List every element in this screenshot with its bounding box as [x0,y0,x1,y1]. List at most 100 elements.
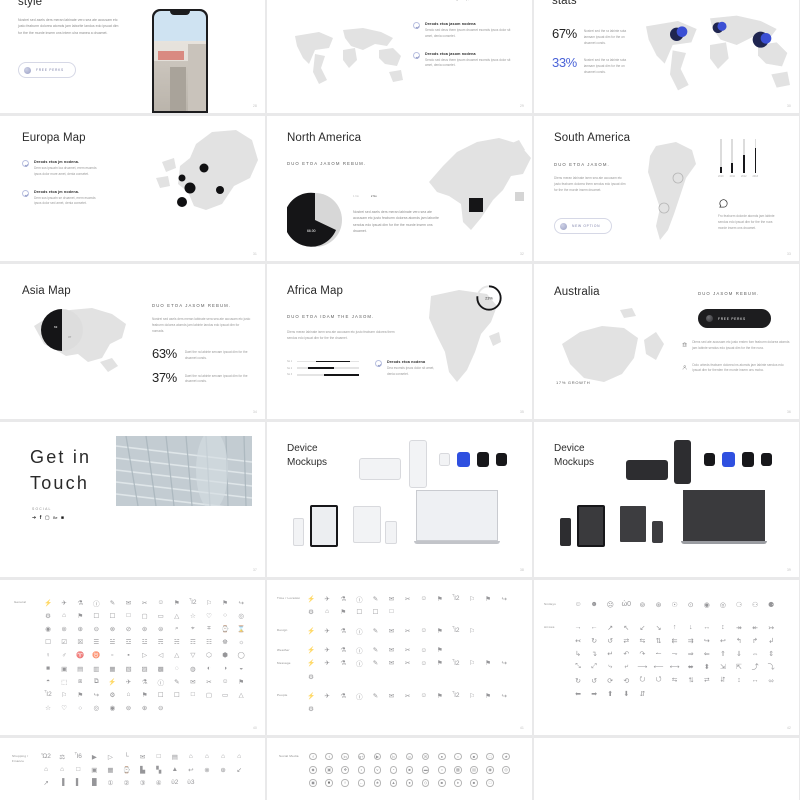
icon-cell[interactable]: ⚡ [303,644,319,657]
icon-cell[interactable]: ☼ [233,636,249,649]
icon-cell[interactable]: ⚇ [747,598,763,611]
icon-cell[interactable]: ⬇ [618,687,634,700]
icon-cell[interactable]: ✉ [383,644,399,657]
icon-cell[interactable]: ☰ [88,636,104,649]
icon-cell[interactable]: ☆ [185,609,201,622]
icon-cell[interactable]: ⚗ [335,644,351,657]
icon-cell[interactable]: ⮀ [667,674,683,687]
icon-cell[interactable]: ✎ [104,596,120,609]
icon-cell[interactable]: ↖ [618,621,634,634]
icon-cell[interactable]: ◎ [88,702,104,715]
icon-cell[interactable]: ③ [135,776,151,789]
twitter-icon[interactable]: ➔ [32,516,36,521]
icon-cell[interactable]: ↠ [731,621,747,634]
icon-grid[interactable]: ☺ ☻ ☹ ὡ0 ⊚ ⊛ ☉ ⊙ ◉ ◎ ⚆ ⚇ ⚈ [570,598,779,611]
icon-cell[interactable]: ♀ [40,649,56,662]
slide-device-mockups-light[interactable]: Device Mockups 38 [267,422,532,577]
icon-cell[interactable]: ☐ [104,609,120,622]
icon-cell[interactable]: ↙ [634,621,650,634]
slide-icons-shopping[interactable]: Shopping / Finance Ὥ2 ⚖ Ἶ6 ▶ ▷ └ ✉ □ ▤ ⌂ ⌂ ⌂ ⌂ ⌂ ⌂ □ ▣ ▦ ⌚… [0,738,265,800]
linkedin-icon[interactable]: ■ [61,516,64,521]
icon-cell[interactable]: ⚐ [464,689,480,702]
icon-grid[interactable]: → ← ↗ ↖ ↙ ↘ ↑ ↓ ↔ ↕ ↠ ↞ ↣ ↢ ↻ ↺ ⇄ ⇆ ⇅ ⇇ ⇉ ↪ ↩ ↰ ↱ ↲ ↳ ↴ ↵ ↶ ↷ ↼ ⇁ ⇒ ⇐ ⇑ ⇓ ⇔ ⇕ ⤡… [570,621,794,700]
icon-cell[interactable]: ◁ [153,649,169,662]
icon-cell[interactable]: ⊕ [72,622,88,635]
icon-cell[interactable]: ☐ [351,605,367,618]
icon-cell[interactable]: ☺ [153,596,169,609]
icon-cell[interactable]: ⚙ [303,670,319,683]
icon-cell[interactable]: ⇕ [763,648,779,661]
icon-cell[interactable]: ↪ [496,689,512,702]
icon-cell[interactable]: ✎ [367,592,383,605]
icon-cell[interactable]: ⊖ [88,622,104,635]
icon-grid[interactable]: f t in g+ ▶ b p ✉ ● ○ ■ □ ★ ◆ ▣ ❖ • v ◔ ■ ▬ ○ ▩ ▤ ◉ ◎ ◼ ◾ ◽ ← ★ ▲ ● ◇ ■ ♦ ■ □ [305,750,525,790]
icon-cell[interactable]: ▦ [104,662,120,675]
icon-cell[interactable]: ↪ [699,634,715,647]
icon-cell[interactable]: ✉ [120,596,136,609]
icon-cell[interactable]: ◾ [321,776,337,789]
icon-cell[interactable]: ♂ [56,649,72,662]
icon-cell[interactable]: ☶ [185,636,201,649]
icon-cell[interactable]: ✂ [137,596,153,609]
icon-cell[interactable]: ☲ [120,636,136,649]
icon-cell[interactable]: ⮂ [699,674,715,687]
icon-cell[interactable]: ◔ [385,763,401,776]
icon-cell[interactable]: ✂ [400,592,416,605]
icon-cell[interactable]: ↞ [747,621,763,634]
icon-cell[interactable]: └ [118,750,134,763]
social-links[interactable]: ➔ f ▢ Be ■ [32,516,64,521]
icon-cell[interactable]: ⓘ [153,675,169,688]
icon-cell[interactable]: ⇄ [618,634,634,647]
icon-cell[interactable]: ⚐ [464,592,480,605]
icon-cell[interactable]: ⇓ [731,648,747,661]
icon-cell[interactable]: ⧉ [88,675,104,688]
icon-grid[interactable]: Ὥ2 ⚖ Ἶ6 ▶ ▷ └ ✉ □ ▤ ⌂ ⌂ ⌂ ⌂ ⌂ ⌂ □ ▣ ▦ ⌚ ▙ ▚ ▲ ↩ ⊗ ⊕ ↙ ↗ ▐ ▌ █ ① ② ③ ④ ὑ2 ὑ3 [38,750,258,790]
icon-cell[interactable]: ⚆ [731,598,747,611]
icon-cell[interactable]: ⚡ [303,592,319,605]
icon-cell[interactable]: ✂ [400,689,416,702]
icon-cell[interactable]: ☐ [88,609,104,622]
icon-cell[interactable]: ♉ [88,649,104,662]
icon-cell[interactable]: ✎ [367,624,383,637]
icon-cell[interactable]: ⊜ [153,622,169,635]
icon-cell[interactable]: ⚑ [432,689,448,702]
icon-cell[interactable]: ✂ [201,675,217,688]
icon-cell[interactable]: ⊕ [215,763,231,776]
icon-cell[interactable]: ✉ [185,675,201,688]
icon-cell[interactable]: ☴ [153,636,169,649]
icon-cell[interactable]: ↪ [233,596,249,609]
icon-cell[interactable]: f [305,750,321,763]
icon-cell[interactable]: ⊛ [137,622,153,635]
slide-icons-social[interactable]: Social Media f t in g+ ▶ b p ✉ ● ○ ■ □ ★ ◆ ▣ ❖ • v ◔ ■ ▬ ○ ▩ ▤ ◉… [267,738,532,800]
icon-cell[interactable]: ⭮ [634,674,650,687]
icon-cell[interactable]: ♡ [201,609,217,622]
icon-cell[interactable]: ⚙ [104,688,120,701]
icon-cell[interactable]: ⚡ [303,657,319,670]
icon-cell[interactable]: ○ [217,609,233,622]
icon-cell[interactable]: ⚗ [137,675,153,688]
icon-cell[interactable]: Ἶ6 [70,750,86,763]
icon-cell[interactable]: ✂ [400,644,416,657]
icon-cell[interactable]: ● [434,750,450,763]
icon-cell[interactable]: □ [383,605,399,618]
icon-cell[interactable]: ■ [40,662,56,675]
icon-cell[interactable]: □ [151,750,167,763]
icon-cell[interactable]: ◉ [482,763,498,776]
icon-cell[interactable]: ↘ [650,621,666,634]
icon-cell[interactable]: ⤡ [570,661,586,674]
icon-cell[interactable]: ○ [72,702,88,715]
icon-cell[interactable]: ♡ [56,702,72,715]
icon-cell[interactable]: ↩ [715,634,731,647]
icon-cell[interactable]: ⊚ [634,598,650,611]
new-option-button[interactable]: NEW OPTION [554,218,613,234]
icon-cell[interactable]: ⇑ [715,648,731,661]
icon-cell[interactable]: ■ [466,750,482,763]
icon-cell[interactable]: ⌂ [56,609,72,622]
icon-cell[interactable]: △ [233,688,249,701]
icon-cell[interactable]: ↪ [88,688,104,701]
icon-cell[interactable]: ⇁ [667,648,683,661]
icon-cell[interactable]: □ [120,609,136,622]
icon-cell[interactable]: □ [482,776,498,789]
icon-cell[interactable]: ◆ [305,763,321,776]
icon-cell[interactable]: □ [482,750,498,763]
